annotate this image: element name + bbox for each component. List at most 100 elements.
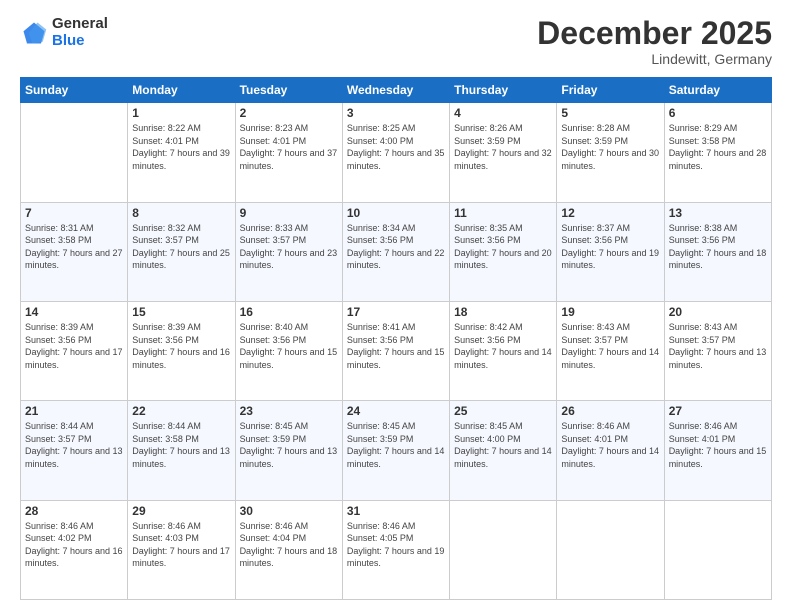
logo: General Blue (20, 16, 108, 49)
logo-blue: Blue (52, 33, 108, 50)
day-info: Sunrise: 8:29 AMSunset: 3:58 PMDaylight:… (669, 122, 767, 172)
day-info: Sunrise: 8:35 AMSunset: 3:56 PMDaylight:… (454, 222, 552, 272)
logo-icon (20, 19, 48, 47)
day-info: Sunrise: 8:22 AMSunset: 4:01 PMDaylight:… (132, 122, 230, 172)
day-number: 23 (240, 404, 338, 418)
day-number: 15 (132, 305, 230, 319)
col-saturday: Saturday (664, 78, 771, 103)
day-info: Sunrise: 8:26 AMSunset: 3:59 PMDaylight:… (454, 122, 552, 172)
table-row: 5 Sunrise: 8:28 AMSunset: 3:59 PMDayligh… (557, 103, 664, 202)
table-row (21, 103, 128, 202)
table-row: 27 Sunrise: 8:46 AMSunset: 4:01 PMDaylig… (664, 401, 771, 500)
day-info: Sunrise: 8:45 AMSunset: 3:59 PMDaylight:… (240, 420, 338, 470)
day-info: Sunrise: 8:23 AMSunset: 4:01 PMDaylight:… (240, 122, 338, 172)
table-row: 11 Sunrise: 8:35 AMSunset: 3:56 PMDaylig… (450, 202, 557, 301)
day-number: 31 (347, 504, 445, 518)
day-info: Sunrise: 8:38 AMSunset: 3:56 PMDaylight:… (669, 222, 767, 272)
col-thursday: Thursday (450, 78, 557, 103)
table-row: 23 Sunrise: 8:45 AMSunset: 3:59 PMDaylig… (235, 401, 342, 500)
day-number: 2 (240, 106, 338, 120)
day-number: 3 (347, 106, 445, 120)
day-number: 5 (561, 106, 659, 120)
calendar-week-5: 28 Sunrise: 8:46 AMSunset: 4:02 PMDaylig… (21, 500, 772, 599)
day-number: 18 (454, 305, 552, 319)
month-title: December 2025 (537, 16, 772, 51)
day-info: Sunrise: 8:34 AMSunset: 3:56 PMDaylight:… (347, 222, 445, 272)
table-row: 8 Sunrise: 8:32 AMSunset: 3:57 PMDayligh… (128, 202, 235, 301)
day-number: 4 (454, 106, 552, 120)
table-row: 26 Sunrise: 8:46 AMSunset: 4:01 PMDaylig… (557, 401, 664, 500)
table-row: 6 Sunrise: 8:29 AMSunset: 3:58 PMDayligh… (664, 103, 771, 202)
day-number: 22 (132, 404, 230, 418)
col-monday: Monday (128, 78, 235, 103)
day-info: Sunrise: 8:46 AMSunset: 4:01 PMDaylight:… (561, 420, 659, 470)
day-info: Sunrise: 8:46 AMSunset: 4:01 PMDaylight:… (669, 420, 767, 470)
table-row: 28 Sunrise: 8:46 AMSunset: 4:02 PMDaylig… (21, 500, 128, 599)
logo-text: General Blue (52, 16, 108, 49)
table-row: 9 Sunrise: 8:33 AMSunset: 3:57 PMDayligh… (235, 202, 342, 301)
location-subtitle: Lindewitt, Germany (537, 51, 772, 67)
day-info: Sunrise: 8:32 AMSunset: 3:57 PMDaylight:… (132, 222, 230, 272)
table-row: 15 Sunrise: 8:39 AMSunset: 3:56 PMDaylig… (128, 301, 235, 400)
header: General Blue December 2025 Lindewitt, Ge… (20, 16, 772, 67)
col-tuesday: Tuesday (235, 78, 342, 103)
day-info: Sunrise: 8:41 AMSunset: 3:56 PMDaylight:… (347, 321, 445, 371)
table-row (664, 500, 771, 599)
day-info: Sunrise: 8:45 AMSunset: 3:59 PMDaylight:… (347, 420, 445, 470)
day-info: Sunrise: 8:28 AMSunset: 3:59 PMDaylight:… (561, 122, 659, 172)
table-row: 10 Sunrise: 8:34 AMSunset: 3:56 PMDaylig… (342, 202, 449, 301)
table-row (557, 500, 664, 599)
table-row: 18 Sunrise: 8:42 AMSunset: 3:56 PMDaylig… (450, 301, 557, 400)
day-info: Sunrise: 8:44 AMSunset: 3:58 PMDaylight:… (132, 420, 230, 470)
day-number: 8 (132, 206, 230, 220)
day-info: Sunrise: 8:43 AMSunset: 3:57 PMDaylight:… (669, 321, 767, 371)
day-info: Sunrise: 8:46 AMSunset: 4:04 PMDaylight:… (240, 520, 338, 570)
table-row: 21 Sunrise: 8:44 AMSunset: 3:57 PMDaylig… (21, 401, 128, 500)
calendar-table: Sunday Monday Tuesday Wednesday Thursday… (20, 77, 772, 600)
day-info: Sunrise: 8:33 AMSunset: 3:57 PMDaylight:… (240, 222, 338, 272)
calendar-week-4: 21 Sunrise: 8:44 AMSunset: 3:57 PMDaylig… (21, 401, 772, 500)
calendar-week-2: 7 Sunrise: 8:31 AMSunset: 3:58 PMDayligh… (21, 202, 772, 301)
table-row: 22 Sunrise: 8:44 AMSunset: 3:58 PMDaylig… (128, 401, 235, 500)
day-info: Sunrise: 8:46 AMSunset: 4:03 PMDaylight:… (132, 520, 230, 570)
day-info: Sunrise: 8:40 AMSunset: 3:56 PMDaylight:… (240, 321, 338, 371)
calendar-header-row: Sunday Monday Tuesday Wednesday Thursday… (21, 78, 772, 103)
day-number: 1 (132, 106, 230, 120)
day-number: 20 (669, 305, 767, 319)
table-row: 1 Sunrise: 8:22 AMSunset: 4:01 PMDayligh… (128, 103, 235, 202)
day-info: Sunrise: 8:44 AMSunset: 3:57 PMDaylight:… (25, 420, 123, 470)
logo-general: General (52, 16, 108, 33)
table-row: 16 Sunrise: 8:40 AMSunset: 3:56 PMDaylig… (235, 301, 342, 400)
calendar-week-1: 1 Sunrise: 8:22 AMSunset: 4:01 PMDayligh… (21, 103, 772, 202)
day-number: 7 (25, 206, 123, 220)
day-number: 11 (454, 206, 552, 220)
day-number: 16 (240, 305, 338, 319)
day-info: Sunrise: 8:43 AMSunset: 3:57 PMDaylight:… (561, 321, 659, 371)
day-number: 17 (347, 305, 445, 319)
table-row: 24 Sunrise: 8:45 AMSunset: 3:59 PMDaylig… (342, 401, 449, 500)
day-number: 21 (25, 404, 123, 418)
col-wednesday: Wednesday (342, 78, 449, 103)
day-number: 30 (240, 504, 338, 518)
day-number: 24 (347, 404, 445, 418)
table-row: 17 Sunrise: 8:41 AMSunset: 3:56 PMDaylig… (342, 301, 449, 400)
day-info: Sunrise: 8:25 AMSunset: 4:00 PMDaylight:… (347, 122, 445, 172)
table-row: 3 Sunrise: 8:25 AMSunset: 4:00 PMDayligh… (342, 103, 449, 202)
day-number: 12 (561, 206, 659, 220)
day-number: 26 (561, 404, 659, 418)
table-row: 25 Sunrise: 8:45 AMSunset: 4:00 PMDaylig… (450, 401, 557, 500)
table-row: 7 Sunrise: 8:31 AMSunset: 3:58 PMDayligh… (21, 202, 128, 301)
day-number: 28 (25, 504, 123, 518)
day-info: Sunrise: 8:39 AMSunset: 3:56 PMDaylight:… (132, 321, 230, 371)
table-row: 12 Sunrise: 8:37 AMSunset: 3:56 PMDaylig… (557, 202, 664, 301)
day-info: Sunrise: 8:39 AMSunset: 3:56 PMDaylight:… (25, 321, 123, 371)
day-number: 6 (669, 106, 767, 120)
table-row: 13 Sunrise: 8:38 AMSunset: 3:56 PMDaylig… (664, 202, 771, 301)
day-number: 9 (240, 206, 338, 220)
table-row: 30 Sunrise: 8:46 AMSunset: 4:04 PMDaylig… (235, 500, 342, 599)
day-number: 25 (454, 404, 552, 418)
table-row (450, 500, 557, 599)
table-row: 4 Sunrise: 8:26 AMSunset: 3:59 PMDayligh… (450, 103, 557, 202)
page: General Blue December 2025 Lindewitt, Ge… (0, 0, 792, 612)
day-info: Sunrise: 8:46 AMSunset: 4:02 PMDaylight:… (25, 520, 123, 570)
